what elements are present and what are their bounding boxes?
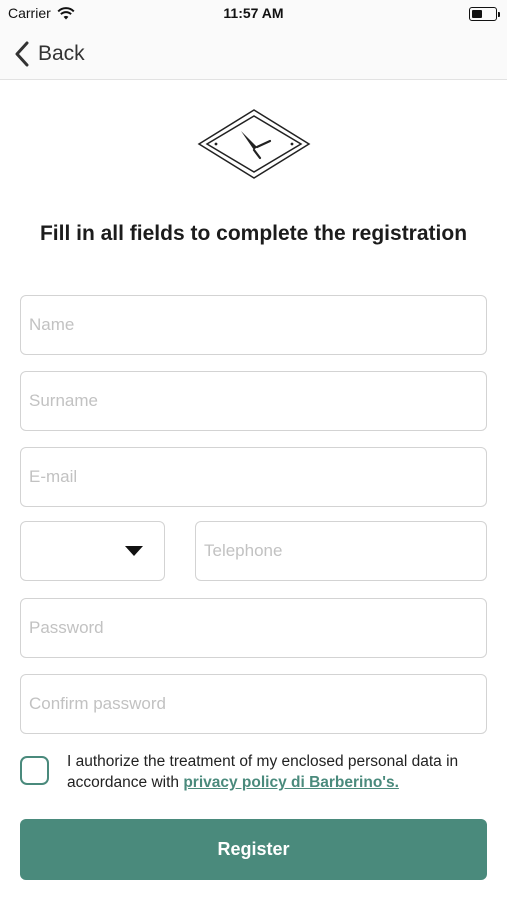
status-bar: Carrier 11:57 AM [0,0,507,28]
consent-text: I authorize the treatment of my enclosed… [67,751,497,793]
battery-icon [469,7,500,21]
consent-checkbox[interactable] [20,756,49,785]
chevron-left-icon [15,41,29,67]
register-button[interactable]: Register [20,819,487,880]
page-title: Fill in all fields to complete the regis… [39,222,468,245]
surname-field-container [20,371,487,431]
password-field-container [20,598,487,658]
name-input[interactable] [21,296,486,354]
navigation-bar: Back [0,28,507,80]
surname-input[interactable] [21,372,486,430]
back-button[interactable]: Back [14,38,85,70]
country-code-select[interactable] [20,521,165,581]
clock: 11:57 AM [223,5,284,21]
confirm-password-field-container [20,674,487,734]
email-input[interactable] [21,448,486,506]
name-field-container [20,295,487,355]
back-label: Back [38,42,85,65]
razor-logo-icon [197,109,311,179]
caret-down-icon [125,546,143,556]
telephone-field-container [195,521,487,581]
password-input[interactable] [21,599,486,657]
privacy-policy-link[interactable]: privacy policy di Barberino's. [183,774,399,791]
telephone-input[interactable] [196,522,486,580]
confirm-password-input[interactable] [21,675,486,733]
email-field-container [20,447,487,507]
